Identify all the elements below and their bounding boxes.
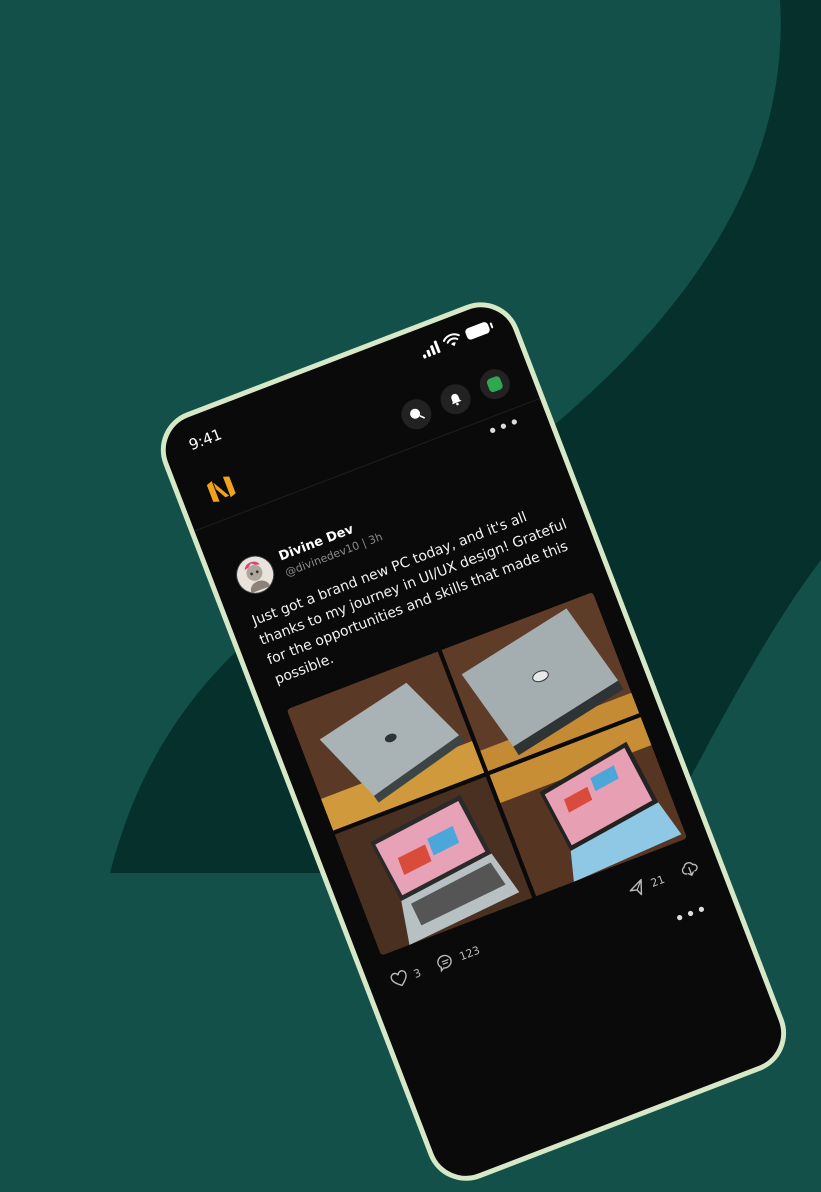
- status-icons: [419, 320, 491, 359]
- comment-count: 123: [457, 943, 482, 963]
- like-count: 3: [411, 965, 423, 981]
- status-button[interactable]: [475, 364, 515, 404]
- share-count: 21: [648, 872, 667, 890]
- post-age: 3h: [366, 529, 385, 547]
- notifications-button[interactable]: [436, 379, 475, 419]
- more-options-icon[interactable]: •••: [484, 411, 524, 443]
- send-icon: [629, 878, 643, 896]
- download-action[interactable]: [678, 857, 701, 880]
- share-action[interactable]: 21: [625, 870, 667, 900]
- signal-icon: [419, 339, 441, 359]
- battery-icon: [464, 320, 491, 341]
- wifi-icon: [442, 333, 460, 347]
- heart-icon: [390, 970, 407, 987]
- like-action[interactable]: 3: [388, 963, 423, 991]
- search-icon: [410, 408, 425, 419]
- comment-action[interactable]: 123: [434, 941, 482, 974]
- cloud-download-icon: [681, 862, 698, 876]
- next-post-more-options-icon[interactable]: •••: [671, 898, 711, 930]
- avatar-image: [231, 551, 279, 598]
- status-time: 9:41: [186, 425, 225, 455]
- brand-logo-icon[interactable]: [204, 472, 239, 506]
- search-button[interactable]: [396, 394, 436, 434]
- comment-icon: [437, 954, 452, 973]
- status-dot-icon: [486, 376, 503, 393]
- bell-icon: [451, 393, 462, 406]
- avatar[interactable]: [230, 550, 280, 600]
